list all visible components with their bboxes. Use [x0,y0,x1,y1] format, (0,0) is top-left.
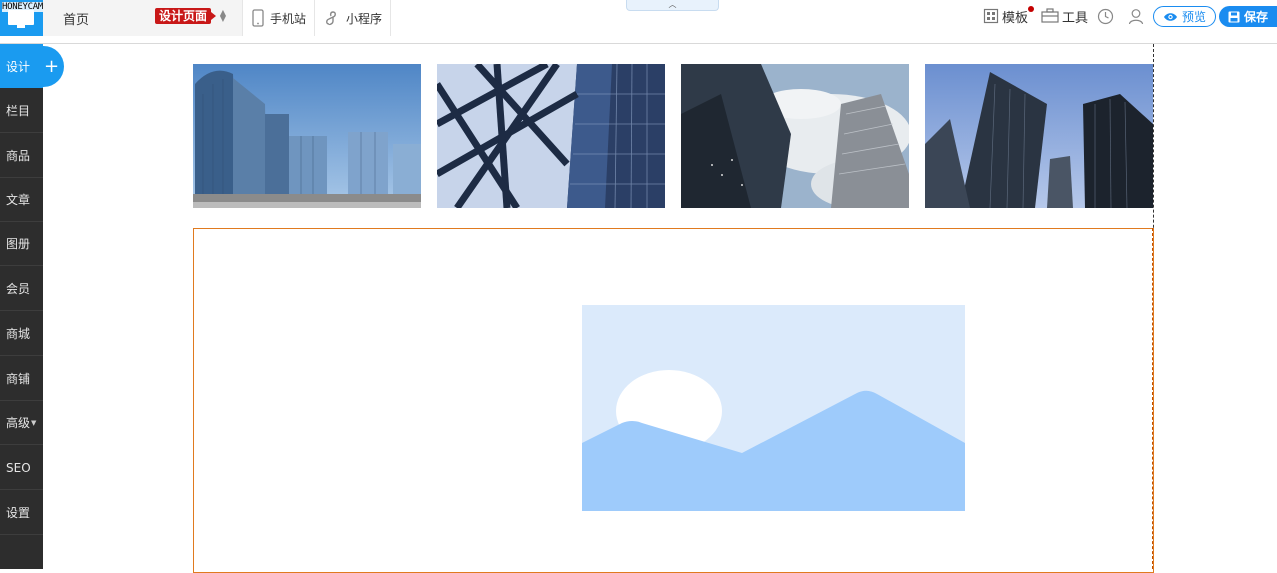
page-name: 首页 [63,13,90,28]
sidebar-item-columns[interactable]: 栏目 [0,89,43,133]
image-placeholder-icon [582,305,965,511]
sidebar-item-seo[interactable]: SEO [0,446,43,490]
tools-button[interactable]: 工具 [1041,6,1088,26]
sidebar-item-label: 商铺 [6,372,31,386]
design-page-badge: 设计页面 [155,8,217,24]
eye-icon [1163,12,1177,21]
user-icon [1128,8,1144,24]
caret-down-icon: ▼ [31,418,37,427]
sidebar: 设计 栏目 商品 文章 图册 会员 商城 商铺 高级 ▼ SEO 设置 [0,44,43,569]
sidebar-item-label: SEO [6,460,31,475]
mobile-site-link[interactable]: 手机站 [243,0,316,36]
sidebar-item-settings[interactable]: 设置 [0,491,43,535]
sidebar-item-mall[interactable]: 商城 [0,312,43,356]
history-button[interactable] [1097,6,1114,26]
collapse-toolbar-tab[interactable]: ︿ [626,0,719,11]
plus-icon: + [43,56,60,77]
account-button[interactable] [1128,6,1144,26]
template-label: 模板 [1002,10,1029,26]
skyscrapers-sky-photo[interactable] [681,64,909,208]
save-label: 保存 [1243,10,1268,24]
sidebar-item-label: 商城 [6,327,31,341]
city-skyline-photo[interactable] [193,64,421,208]
mini-program-icon [326,11,336,26]
mini-program-link[interactable]: 小程序 [317,0,391,36]
sidebar-item-label: 设置 [6,506,31,520]
save-icon [1228,11,1240,22]
preview-label: 预览 [1181,10,1206,24]
watermark: HONEYCAM [2,2,43,12]
sidebar-item-label: 文章 [6,193,31,207]
sidebar-item-label: 商品 [6,149,31,163]
chevron-up-icon: ︿ [668,0,677,9]
clock-icon [1097,8,1114,24]
template-button[interactable]: 模板 [983,6,1034,26]
sidebar-item-albums[interactable]: 图册 [0,222,43,266]
phone-icon [252,9,264,27]
preview-button[interactable]: 预览 [1153,6,1216,27]
module-resize-edge[interactable] [1152,228,1154,569]
add-module-button[interactable]: + [33,46,64,87]
sidebar-item-advanced[interactable]: 高级 ▼ [0,401,43,445]
toolbox-icon [1041,8,1059,23]
notification-dot [1028,6,1034,12]
sidebar-item-label: 图册 [6,237,31,251]
tools-label: 工具 [1062,10,1089,26]
office-towers-photo[interactable] [925,64,1153,208]
sidebar-item-label: 栏目 [6,104,31,118]
image-placeholder[interactable] [582,305,965,511]
sidebar-item-members[interactable]: 会员 [0,267,43,311]
template-icon [983,8,999,24]
building-lattice-photo[interactable] [437,64,665,208]
mini-program-label: 小程序 [346,11,383,26]
mobile-site-label: 手机站 [270,11,307,26]
top-toolbar: 首页 设计页面 ▲ ▼ 手机站 小程序 ︿ 模板 工具 预览 保存 [0,0,1277,44]
page-selector[interactable]: 首页 设计页面 ▲ ▼ [43,0,243,36]
sidebar-item-shops[interactable]: 商铺 [0,357,43,401]
sidebar-item-label: 会员 [6,282,31,296]
sidebar-item-label: 设计 [6,59,31,74]
save-button[interactable]: 保存 [1219,6,1277,27]
sidebar-item-label: 高级 [6,416,31,430]
sort-arrows-icon: ▲ ▼ [219,8,227,23]
sidebar-item-articles[interactable]: 文章 [0,178,43,222]
sidebar-item-products[interactable]: 商品 [0,134,43,178]
